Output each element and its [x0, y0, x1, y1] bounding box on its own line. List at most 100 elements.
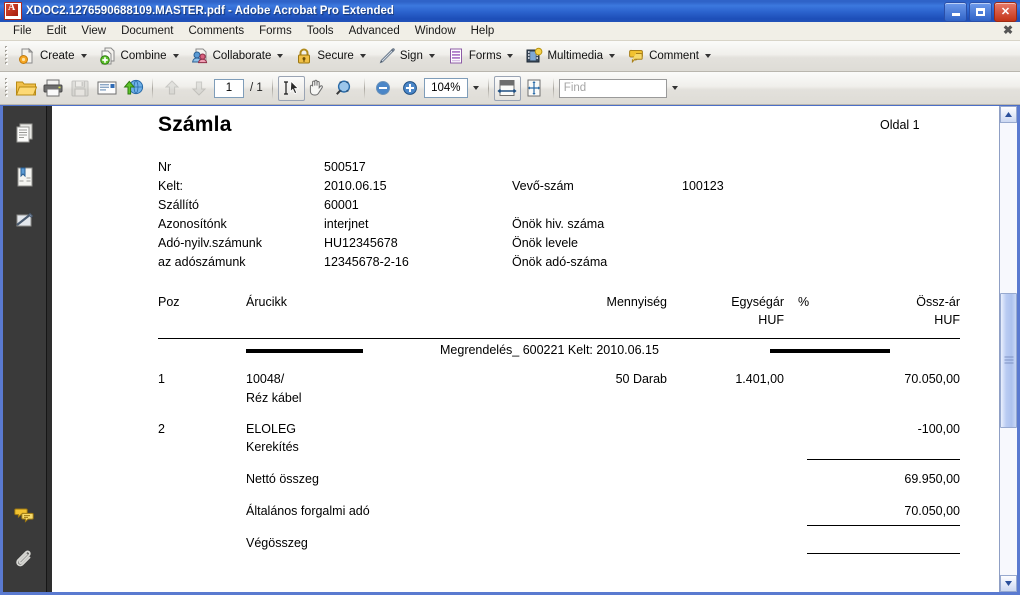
marquee-zoom-button[interactable]	[332, 76, 359, 101]
chevron-down-icon	[473, 86, 480, 90]
hand-tool-button[interactable]	[305, 76, 332, 101]
email-button[interactable]	[93, 76, 120, 101]
menu-document[interactable]: Document	[114, 24, 180, 38]
forms-button-label: Forms	[468, 50, 502, 62]
totals-rule-top	[807, 459, 960, 460]
chevron-down-icon[interactable]	[277, 54, 284, 58]
meta-label-onok-levele: Önök levele	[512, 236, 579, 250]
combine-files-icon	[99, 47, 115, 65]
find-placeholder: Find	[563, 82, 587, 94]
fit-width-icon	[497, 80, 517, 96]
sidebar-item-signatures[interactable]	[10, 206, 40, 236]
create-button[interactable]: Create	[12, 44, 93, 68]
order-bar-right	[770, 349, 890, 353]
next-page-button[interactable]	[185, 76, 212, 101]
chevron-down-icon[interactable]	[704, 54, 711, 58]
scroll-up-button[interactable]	[1000, 106, 1017, 123]
globe-upload-icon	[123, 79, 143, 95]
close-document-icon[interactable]: ✖	[1003, 24, 1013, 36]
col-header-pos: Poz	[158, 295, 180, 309]
forms-icon	[449, 48, 462, 64]
pen-sign-icon	[379, 48, 395, 64]
fit-page-button[interactable]	[521, 76, 548, 101]
total-label-afa: Általános forgalmi adó	[246, 504, 370, 518]
meta-label-adoszamunk: az adószámunk	[158, 255, 246, 269]
chevron-down-icon[interactable]	[172, 54, 179, 58]
select-tool-button[interactable]	[277, 75, 305, 101]
menu-help[interactable]: Help	[464, 24, 502, 38]
forms-button[interactable]: Forms	[441, 44, 520, 68]
secure-button[interactable]: Secure	[289, 44, 371, 68]
chevron-down-icon[interactable]	[80, 54, 87, 58]
menu-window[interactable]: Window	[408, 24, 463, 38]
menu-bar: File Edit View Document Comments Forms T…	[0, 22, 1020, 41]
secure-button-label: Secure	[317, 50, 354, 62]
scrollbar-track[interactable]	[1000, 123, 1017, 575]
collaborate-icon	[191, 48, 207, 64]
chevron-down-icon[interactable]	[359, 54, 366, 58]
zoom-in-button[interactable]	[397, 76, 424, 101]
scroll-down-button[interactable]	[1000, 575, 1017, 592]
sign-button[interactable]: Sign	[372, 44, 441, 68]
save-button[interactable]	[66, 76, 93, 101]
zoom-level-input[interactable]: 104%	[423, 78, 468, 98]
zoom-out-button[interactable]	[370, 76, 397, 101]
total-label-vegosszeg: Végösszeg	[246, 536, 308, 550]
col-header-item: Árucikk	[246, 295, 287, 309]
meta-label-kelt: Kelt:	[158, 179, 184, 193]
multimedia-film-icon	[526, 47, 543, 63]
menu-forms[interactable]: Forms	[252, 24, 299, 38]
meta-label-nr: Nr	[158, 160, 172, 174]
toolbar-separator	[152, 77, 153, 99]
navigation-pane	[3, 106, 47, 592]
invoice-document: Számla Oldal 1 Nr 500517 Kelt: 2010.06.1…	[52, 106, 999, 592]
chevron-down-icon[interactable]	[609, 54, 616, 58]
col-header-unit-price-currency: HUF	[758, 313, 784, 327]
combine-button-label: Combine	[120, 50, 167, 62]
menu-file[interactable]: File	[6, 24, 39, 38]
print-button[interactable]	[39, 76, 66, 101]
find-dropdown-button[interactable]	[667, 79, 681, 98]
order-bar-left	[246, 349, 363, 353]
sidebar-item-attachments[interactable]	[10, 546, 40, 576]
row-1-pos: 1	[158, 372, 165, 386]
menu-tools[interactable]: Tools	[300, 24, 341, 38]
upload-button[interactable]	[120, 76, 147, 101]
menu-edit[interactable]: Edit	[40, 24, 74, 38]
chevron-down-icon[interactable]	[507, 54, 514, 58]
menu-comments[interactable]: Comments	[182, 24, 252, 38]
multimedia-button[interactable]: Multimedia	[519, 44, 621, 68]
zoom-in-icon	[403, 81, 418, 95]
fit-width-button[interactable]	[493, 75, 521, 101]
open-button[interactable]	[12, 76, 39, 101]
find-input[interactable]: Find	[558, 78, 667, 98]
previous-page-button[interactable]	[158, 76, 185, 101]
maximize-button[interactable]	[969, 2, 992, 22]
col-header-unit-price: Egységár	[731, 295, 784, 309]
open-folder-icon	[15, 81, 37, 96]
vertical-scrollbar[interactable]	[999, 106, 1017, 592]
scrollbar-thumb[interactable]	[1000, 293, 1017, 428]
meta-value-vevo-szam: 100123	[682, 179, 724, 193]
close-button[interactable]: ✕	[994, 2, 1017, 22]
title-bar: XDOC2.1276590688109.MASTER.pdf - Adobe A…	[0, 0, 1020, 22]
paperclip-icon	[15, 550, 31, 567]
sidebar-item-comments[interactable]	[10, 500, 40, 530]
combine-button[interactable]: Combine	[93, 44, 185, 68]
page-number-input[interactable]: 1	[214, 78, 244, 98]
zoom-dropdown-button[interactable]	[468, 78, 483, 98]
toolbar-grip[interactable]	[5, 46, 9, 66]
toolbar-grip[interactable]	[5, 78, 9, 98]
minimize-button[interactable]	[944, 2, 967, 22]
chevron-down-icon[interactable]	[428, 54, 435, 58]
document-view[interactable]: Számla Oldal 1 Nr 500517 Kelt: 2010.06.1…	[47, 106, 999, 592]
sidebar-item-pages[interactable]	[10, 118, 40, 148]
sidebar-item-bookmarks[interactable]	[10, 162, 40, 192]
comment-button[interactable]: Comment	[621, 44, 717, 68]
printer-icon	[43, 79, 62, 97]
menu-view[interactable]: View	[74, 24, 113, 38]
create-button-label: Create	[40, 50, 75, 62]
meta-value-szallito: 60001	[324, 198, 359, 212]
collaborate-button[interactable]: Collaborate	[185, 44, 290, 68]
menu-advanced[interactable]: Advanced	[342, 24, 407, 38]
